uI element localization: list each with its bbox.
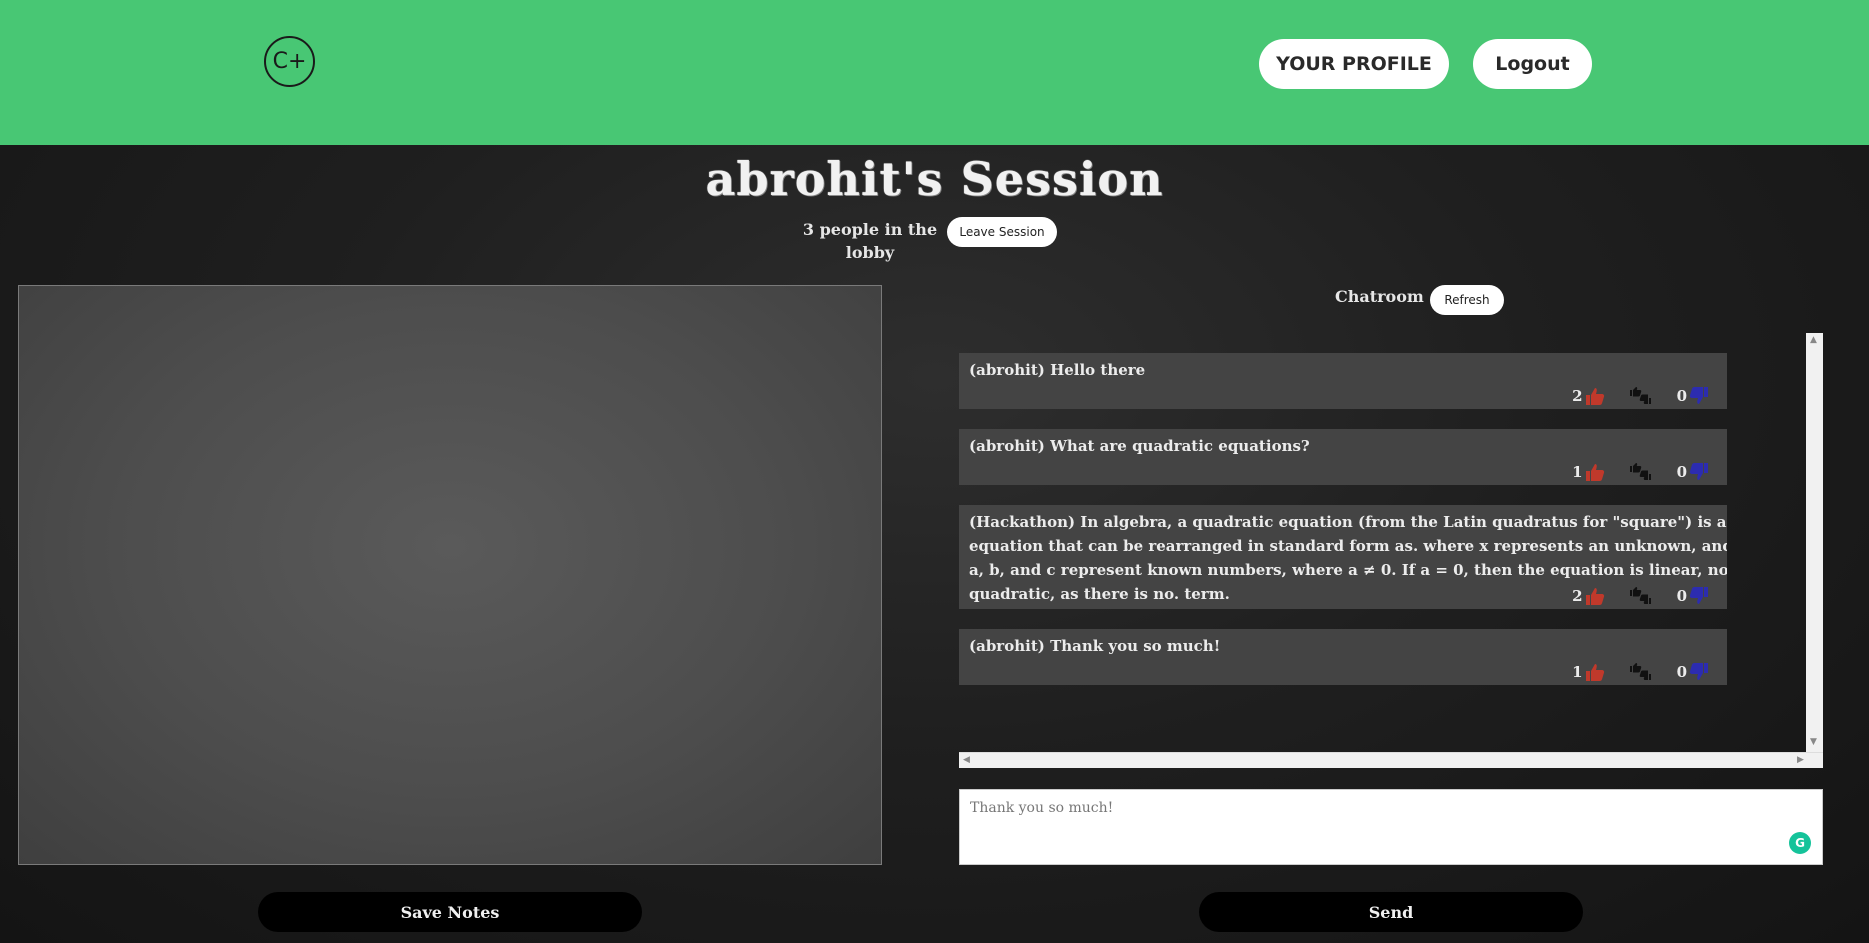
like-count: 2 xyxy=(1572,587,1583,605)
lobby-count: 3 people in the lobby xyxy=(802,220,938,262)
chat-message: (Hackathon) In algebra, a quadratic equa… xyxy=(959,505,1727,609)
dislike-count: 0 xyxy=(1676,587,1687,605)
chat-message: (abrohit) Thank you so much! 1 0 xyxy=(959,629,1727,685)
thumbs-up-icon[interactable] xyxy=(1585,587,1605,605)
thumbs-up-down-icon[interactable] xyxy=(1629,387,1653,405)
thumbs-down-icon[interactable] xyxy=(1689,463,1709,481)
thumbs-down-icon[interactable] xyxy=(1689,387,1709,405)
your-profile-button[interactable]: YOUR PROFILE xyxy=(1259,39,1449,89)
vote-controls: 2 0 xyxy=(1572,385,1709,407)
chat-message-text: (abrohit) Hello there xyxy=(969,361,1146,379)
session-title: abrohit's Session xyxy=(705,152,1164,206)
chat-vertical-scrollbar[interactable]: ▲ ▼ xyxy=(1806,333,1823,753)
chat-message: (abrohit) Hello there 2 0 xyxy=(959,353,1727,409)
chat-horizontal-scrollbar[interactable]: ◀ ▶ xyxy=(959,752,1823,768)
refresh-button[interactable]: Refresh xyxy=(1430,285,1504,315)
grammarly-icon[interactable]: G xyxy=(1789,832,1811,854)
thumbs-up-down-icon[interactable] xyxy=(1629,463,1653,481)
save-notes-button[interactable]: Save Notes xyxy=(258,892,642,932)
chat-message-input[interactable]: Thank you so much! xyxy=(959,789,1823,865)
leave-session-button[interactable]: Leave Session xyxy=(947,217,1057,247)
thumbs-down-icon[interactable] xyxy=(1689,663,1709,681)
app-logo[interactable]: C+ xyxy=(264,36,315,87)
dislike-count: 0 xyxy=(1676,463,1687,481)
thumbs-up-icon[interactable] xyxy=(1585,663,1605,681)
vote-controls: 2 0 xyxy=(1572,585,1709,607)
vote-controls: 1 0 xyxy=(1572,661,1709,683)
top-navbar: C+ YOUR PROFILE Logout xyxy=(0,0,1869,145)
thumbs-up-down-icon[interactable] xyxy=(1629,663,1653,681)
thumbs-up-icon[interactable] xyxy=(1585,387,1605,405)
thumbs-up-down-icon[interactable] xyxy=(1629,587,1653,605)
like-count: 1 xyxy=(1572,463,1583,481)
like-count: 1 xyxy=(1572,663,1583,681)
thumbs-down-icon[interactable] xyxy=(1689,587,1709,605)
chat-message-text: (abrohit) Thank you so much! xyxy=(969,637,1221,655)
notes-board[interactable] xyxy=(18,285,882,865)
chatroom-title: Chatroom xyxy=(1335,287,1424,306)
dislike-count: 0 xyxy=(1676,387,1687,405)
dislike-count: 0 xyxy=(1676,663,1687,681)
logout-button[interactable]: Logout xyxy=(1473,39,1592,89)
chat-message: (abrohit) What are quadratic equations? … xyxy=(959,429,1727,485)
like-count: 2 xyxy=(1572,387,1583,405)
chat-message-text: (abrohit) What are quadratic equations? xyxy=(969,437,1310,455)
send-button[interactable]: Send xyxy=(1199,892,1583,932)
thumbs-up-icon[interactable] xyxy=(1585,463,1605,481)
chat-messages: (abrohit) Hello there 2 0 (abrohit) What… xyxy=(959,333,1823,768)
vote-controls: 1 0 xyxy=(1572,461,1709,483)
